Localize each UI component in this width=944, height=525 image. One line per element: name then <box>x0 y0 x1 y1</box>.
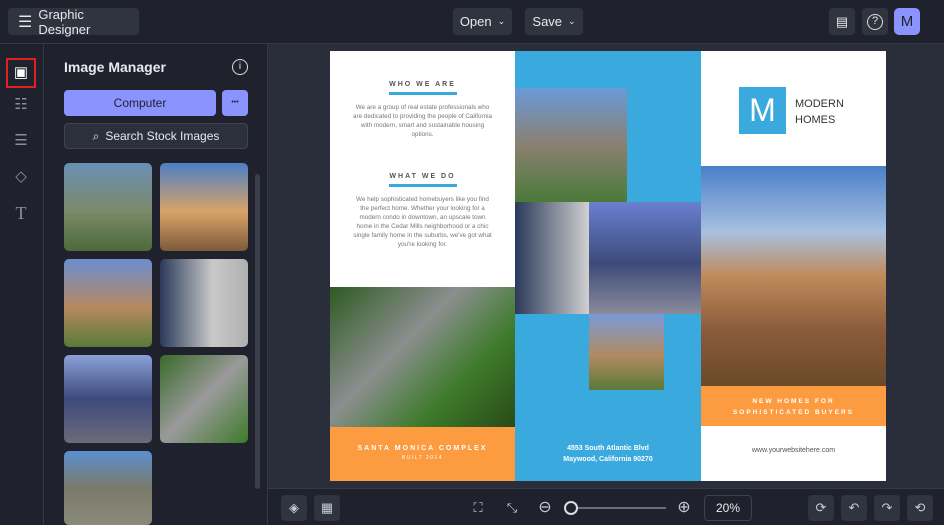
comments-button[interactable]: ▤ <box>829 8 855 35</box>
grid-icon[interactable]: ▦ <box>314 495 340 521</box>
zoom-slider-handle[interactable] <box>564 501 578 515</box>
stock-image-thumbnail[interactable] <box>160 355 248 443</box>
hamburger-icon: ☰ <box>18 13 33 31</box>
elements-icon[interactable]: ◇ <box>10 166 32 188</box>
image-manager-panel: Image Manager i Computer ••• ⌕ Search Sto… <box>44 44 268 525</box>
fit-screen-icon[interactable]: ⛶ <box>465 495 491 521</box>
address-line1: 4553 South Atlantic Blvd <box>567 445 649 452</box>
bottom-toolbar: ◈ ▦ ⛶ ⤡ ⊖ ⊕ 20% ⟳ ↶ ↷ ⟲ <box>268 488 944 525</box>
divider <box>388 92 457 95</box>
layers-icon[interactable]: ◈ <box>281 495 307 521</box>
search-stock-button[interactable]: ⌕ Search Stock Images <box>64 123 248 149</box>
redo-icon[interactable]: ↷ <box>874 495 900 521</box>
menu-button[interactable]: ☰ Graphic Designer <box>8 6 139 37</box>
stock-image-thumbnail[interactable] <box>64 451 152 525</box>
stock-image-thumbnail[interactable] <box>64 355 152 443</box>
computer-button[interactable]: Computer <box>64 90 216 116</box>
brochure-canvas[interactable]: WHO WE ARE We are a group of real estate… <box>330 51 886 481</box>
logo-mark: M <box>739 87 786 134</box>
search-icon: ⌕ <box>92 128 100 143</box>
panel-title: Image Manager <box>64 59 166 75</box>
save-button[interactable]: Save ⌄ <box>525 8 583 35</box>
complex-built: BUILT 2014 <box>401 455 444 461</box>
tagline-line2: SOPHISTICATED BUYERS <box>732 409 855 416</box>
history-icon[interactable]: ⟲ <box>907 495 933 521</box>
search-stock-label: Search Stock Images <box>105 129 220 143</box>
chevron-down-icon: ⌄ <box>497 16 506 26</box>
aerial-photo <box>330 287 515 427</box>
neighborhood-photo <box>701 166 886 386</box>
adjustments-icon[interactable]: ☷ <box>10 94 32 116</box>
divider <box>388 184 457 187</box>
what-heading: WHAT WE DO <box>389 173 456 180</box>
help-button[interactable]: ? <box>862 8 888 35</box>
complex-banner: SANTA MONICA COMPLEX BUILT 2014 <box>330 427 515 481</box>
tagline-banner: NEW HOMES FOR SOPHISTICATED BUYERS <box>701 386 886 426</box>
stock-image-thumbnail[interactable] <box>160 163 248 251</box>
save-label: Save <box>532 14 563 29</box>
website: www.yourwebsitehere.com <box>751 447 836 454</box>
zoom-out-icon[interactable]: ⊖ <box>532 495 558 521</box>
image-manager-icon[interactable]: ▣ <box>6 58 36 88</box>
tool-rail: ▣ ☷ ☰ ◇ T <box>0 44 44 525</box>
zoom-in-icon[interactable]: ⊕ <box>671 495 697 521</box>
who-text: We are a group of real estate profession… <box>353 104 492 138</box>
app-title: Graphic Designer <box>38 6 91 37</box>
house-photo <box>589 202 701 314</box>
layout-icon[interactable]: ☰ <box>10 130 32 152</box>
house-photo <box>515 88 627 202</box>
photo-column: 4553 South Atlantic Blvd Maywood, Califo… <box>515 51 701 481</box>
who-heading: WHO WE ARE <box>389 81 456 88</box>
tagline-line1: NEW HOMES FOR <box>752 398 835 405</box>
zoom-slider[interactable] <box>564 507 666 509</box>
top-bar: ☰ Graphic Designer Open ⌄ Save ⌄ ▤ ? M <box>0 0 944 44</box>
address-line2: Maywood, California 90270 <box>563 456 653 463</box>
couple-photo <box>515 202 589 314</box>
open-button[interactable]: Open ⌄ <box>453 8 512 35</box>
house-photo <box>589 314 664 390</box>
complex-name: SANTA MONICA COMPLEX <box>357 445 488 452</box>
more-options-button[interactable]: ••• <box>222 90 248 116</box>
open-label: Open <box>459 14 492 29</box>
refresh-icon[interactable]: ⟳ <box>808 495 834 521</box>
undo-icon[interactable]: ↶ <box>841 495 867 521</box>
logo-block: M MODERN HOMES <box>701 51 886 166</box>
help-icon: ? <box>867 13 883 30</box>
text-icon[interactable]: T <box>10 202 32 224</box>
comment-icon: ▤ <box>835 13 849 29</box>
avatar[interactable]: M <box>894 8 920 35</box>
info-icon[interactable]: i <box>232 59 248 75</box>
zoom-level[interactable]: 20% <box>704 495 752 521</box>
stock-image-thumbnail[interactable] <box>64 259 152 347</box>
about-section: WHO WE ARE We are a group of real estate… <box>330 51 515 287</box>
what-text: We help sophisticated homebuyers like yo… <box>353 196 492 248</box>
stock-image-thumbnail[interactable] <box>64 163 152 251</box>
logo-line2: HOMES <box>795 114 836 126</box>
scrollbar[interactable] <box>255 174 260 489</box>
shrink-icon[interactable]: ⤡ <box>499 495 525 521</box>
logo-line1: MODERN <box>795 98 844 110</box>
chevron-down-icon: ⌄ <box>568 16 576 26</box>
stock-image-thumbnail[interactable] <box>160 259 248 347</box>
